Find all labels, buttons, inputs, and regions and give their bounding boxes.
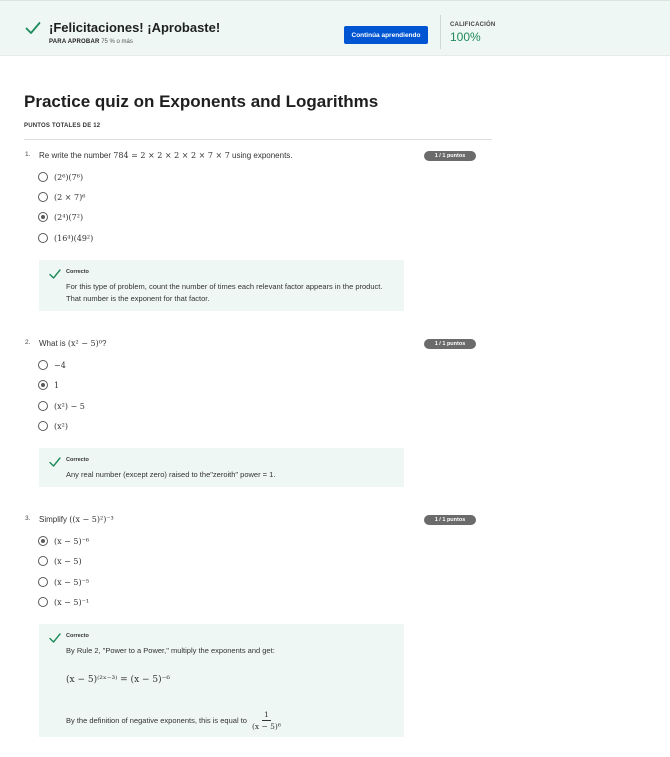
- feedback-status: Correcto: [66, 457, 89, 463]
- pass-value: 75 % o más: [101, 39, 133, 45]
- question-text-math: (x² − 5)⁰: [67, 339, 102, 348]
- question-text-suffix: using exponents.: [229, 151, 293, 160]
- success-banner: ¡Felicitaciones! ¡Aprobaste! PARA APROBA…: [0, 0, 670, 56]
- header-divider: [24, 139, 492, 140]
- radio-button-selected[interactable]: [38, 212, 48, 222]
- question-text-suffix: ?: [101, 339, 107, 348]
- feedback-text: By the definition of negative exponents,…: [66, 710, 283, 731]
- continue-learning-button[interactable]: Continúa aprendiendo: [344, 26, 428, 44]
- feedback-text: For this type of problem, count the numb…: [66, 282, 383, 291]
- option-label: (x²) − 5: [54, 401, 85, 411]
- banner-divider: [440, 15, 441, 49]
- feedback-text: By Rule 2, "Power to a Power," multiply …: [66, 646, 275, 655]
- feedback-text-line: By the definition of negative exponents,…: [66, 715, 247, 725]
- grade-value: 100%: [450, 30, 481, 44]
- radio-button[interactable]: [38, 421, 48, 431]
- fraction-numerator: 1: [262, 710, 271, 721]
- question-number: 1.: [25, 151, 31, 158]
- question-text: Simplify ((x − 5)²)⁻³: [39, 515, 114, 524]
- radio-button[interactable]: [38, 597, 48, 607]
- question-text-prefix: Simplify: [39, 515, 70, 524]
- answer-option[interactable]: (x²) − 5: [38, 400, 85, 412]
- question-text: Re write the number 784 = 2 × 2 × 2 × 2 …: [39, 151, 293, 160]
- radio-button[interactable]: [38, 192, 48, 202]
- pass-requirement: PARA APROBAR 75 % o más: [49, 39, 133, 45]
- check-icon: [49, 269, 61, 279]
- fraction-denominator: (x − 5)⁶: [251, 722, 281, 731]
- answer-option[interactable]: (16⁴)(49²): [38, 232, 93, 244]
- answer-option[interactable]: (x − 5)⁻¹: [38, 596, 89, 608]
- option-label: −4: [54, 360, 66, 370]
- total-points: PUNTOS TOTALES DE 12: [24, 123, 101, 129]
- question-number: 2.: [25, 339, 31, 346]
- answer-option[interactable]: (2 × 7)⁶: [38, 191, 85, 203]
- feedback-text: Any real number (except zero) raised to …: [66, 470, 276, 479]
- radio-button-selected[interactable]: [38, 380, 48, 390]
- question-text: What is (x² − 5)⁰?: [39, 339, 106, 348]
- feedback-box: Correcto For this type of problem, count…: [39, 260, 404, 311]
- answer-option[interactable]: (2⁴)(7²): [38, 211, 83, 223]
- grade-label: CALIFICACIÓN: [450, 22, 496, 28]
- check-icon: [25, 22, 41, 34]
- radio-button[interactable]: [38, 556, 48, 566]
- radio-button-selected[interactable]: [38, 536, 48, 546]
- radio-button[interactable]: [38, 401, 48, 411]
- answer-option[interactable]: (x − 5)⁻⁵: [38, 576, 89, 588]
- option-label: (2 × 7)⁶: [54, 192, 86, 202]
- option-label: (x − 5)⁻⁶: [54, 536, 90, 546]
- question-text-math: 784 = 2 × 2 × 2 × 2 × 7 × 7: [113, 151, 230, 160]
- option-label: (x − 5): [54, 556, 82, 566]
- feedback-box: Correcto Any real number (except zero) r…: [39, 448, 404, 487]
- option-label: (x²): [54, 421, 68, 431]
- option-label: (2⁶)(7⁶): [54, 172, 84, 182]
- question-number: 3.: [25, 515, 31, 522]
- question-text-math: ((x − 5)²)⁻³: [69, 515, 114, 524]
- feedback-status: Correcto: [66, 633, 89, 639]
- feedback-box: Correcto By Rule 2, "Power to a Power," …: [39, 624, 404, 737]
- check-icon: [49, 633, 61, 643]
- radio-button[interactable]: [38, 233, 48, 243]
- answer-option[interactable]: (x − 5): [38, 555, 82, 567]
- option-label: (x − 5)⁻⁵: [54, 577, 90, 587]
- check-icon: [49, 457, 61, 467]
- question-text-prefix: What is: [39, 339, 68, 348]
- radio-button[interactable]: [38, 577, 48, 587]
- points-badge: 1 / 1 puntos: [424, 515, 476, 525]
- page-title: Practice quiz on Exponents and Logarithm…: [24, 92, 379, 111]
- feedback-math: (x − 5)⁽²ˣ⁻³⁾ = (x − 5)⁻⁶: [66, 675, 170, 685]
- radio-button[interactable]: [38, 360, 48, 370]
- feedback-text: That number is the exponent for that fac…: [66, 294, 210, 303]
- points-badge: 1 / 1 puntos: [424, 151, 476, 161]
- option-label: (16⁴)(49²): [54, 233, 94, 243]
- answer-option[interactable]: (2⁶)(7⁶): [38, 171, 83, 183]
- answer-option[interactable]: (x − 5)⁻⁶: [38, 535, 89, 547]
- radio-button[interactable]: [38, 172, 48, 182]
- feedback-status: Correcto: [66, 269, 89, 275]
- answer-option[interactable]: 1: [38, 379, 59, 391]
- option-label: (2⁴)(7²): [54, 212, 84, 222]
- option-label: 1: [54, 380, 60, 390]
- fraction: 1 (x − 5)⁶: [250, 710, 283, 731]
- answer-option[interactable]: −4: [38, 359, 66, 371]
- points-badge: 1 / 1 puntos: [424, 339, 476, 349]
- pass-label: PARA APROBAR: [49, 39, 100, 45]
- question-text-prefix: Re write the number: [39, 151, 114, 160]
- option-label: (x − 5)⁻¹: [54, 597, 90, 607]
- banner-title: ¡Felicitaciones! ¡Aprobaste!: [49, 20, 221, 35]
- answer-option[interactable]: (x²): [38, 420, 68, 432]
